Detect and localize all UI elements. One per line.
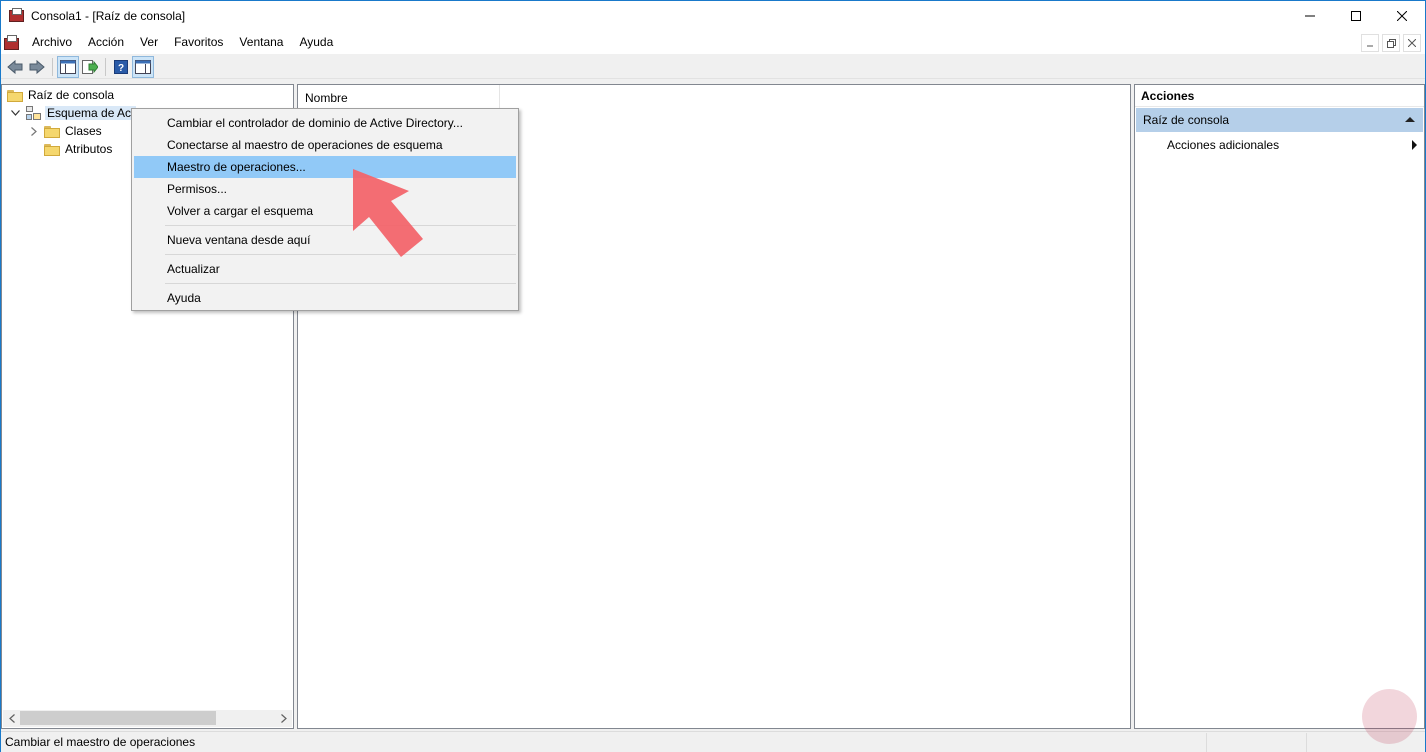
- svg-text:?: ?: [118, 63, 124, 74]
- back-icon: [7, 59, 23, 74]
- menu-accion[interactable]: Acción: [80, 31, 132, 54]
- collapse-arrow-icon[interactable]: [1405, 117, 1415, 122]
- menu-archivo[interactable]: Archivo: [24, 31, 80, 54]
- menu-ver[interactable]: Ver: [132, 31, 166, 54]
- scroll-thumb[interactable]: [20, 711, 216, 725]
- chevron-down-icon: [10, 110, 20, 116]
- toolbar-separator: [52, 57, 53, 76]
- chevron-right-icon: [31, 126, 37, 136]
- actions-item-label: Acciones adicionales: [1167, 138, 1280, 152]
- submenu-arrow-icon: [1412, 140, 1417, 150]
- minimize-button[interactable]: [1287, 1, 1333, 31]
- context-menu: Cambiar el controlador de dominio de Act…: [131, 108, 519, 311]
- actions-header: Acciones: [1135, 85, 1424, 107]
- scroll-track[interactable]: [20, 710, 275, 727]
- maximize-button[interactable]: [1333, 1, 1379, 31]
- folder-icon: [7, 89, 23, 102]
- help-icon: ?: [114, 59, 128, 74]
- maximize-icon: [1351, 11, 1361, 21]
- minimize-icon: [1367, 45, 1373, 47]
- tree-node-schema[interactable]: Esquema de Act: [8, 104, 137, 122]
- title-bar: Consola1 - [Raíz de consola]: [1, 1, 1425, 31]
- menu-ayuda[interactable]: Ayuda: [291, 31, 341, 54]
- forward-button[interactable]: [26, 56, 48, 78]
- actions-section-label: Raíz de consola: [1143, 113, 1230, 127]
- schema-icon: [25, 105, 42, 121]
- export-icon: [82, 59, 98, 74]
- tree-node-label: Raíz de consola: [28, 88, 115, 102]
- menu-item-help[interactable]: Ayuda: [134, 287, 516, 309]
- chevron-left-icon: [8, 714, 15, 723]
- scroll-left-button[interactable]: [3, 710, 20, 727]
- actions-section-header[interactable]: Raíz de consola: [1136, 108, 1423, 132]
- actions-pane: Acciones Raíz de consola Acciones adicio…: [1134, 84, 1425, 729]
- show-actions-icon: [135, 59, 151, 74]
- mdi-minimize-button[interactable]: [1361, 34, 1379, 52]
- tree-node-label: Esquema de Act: [45, 106, 137, 120]
- menu-favoritos[interactable]: Favoritos: [166, 31, 231, 54]
- menu-separator: [165, 254, 516, 255]
- status-bar: Cambiar el maestro de operaciones: [1, 731, 1425, 752]
- help-button[interactable]: ?: [110, 56, 132, 78]
- menu-item-refresh[interactable]: Actualizar: [134, 258, 516, 280]
- menu-separator: [165, 225, 516, 226]
- menu-item-operations-master[interactable]: Maestro de operaciones...: [134, 156, 516, 178]
- minimize-icon: [1305, 15, 1315, 17]
- mmc-window: Consola1 - [Raíz de consola] Archivo Acc…: [0, 0, 1426, 752]
- export-list-button[interactable]: [79, 56, 101, 78]
- back-button[interactable]: [4, 56, 26, 78]
- watermark-logo: [1362, 689, 1417, 744]
- mdi-buttons: [1358, 34, 1421, 52]
- status-cell: [1206, 732, 1306, 752]
- show-tree-button[interactable]: [57, 55, 79, 78]
- tree-node-root[interactable]: Raíz de consola: [7, 86, 114, 104]
- window-title: Consola1 - [Raíz de consola]: [31, 9, 186, 23]
- menu-item-reload-schema[interactable]: Volver a cargar el esquema: [134, 200, 516, 222]
- show-tree-icon: [60, 59, 76, 74]
- forward-icon: [29, 59, 45, 74]
- console-menu-icon[interactable]: [4, 34, 20, 51]
- status-text: Cambiar el maestro de operaciones: [5, 735, 196, 749]
- folder-icon: [44, 143, 60, 156]
- column-header-nombre[interactable]: Nombre: [298, 85, 500, 110]
- chevron-right-icon: [280, 714, 287, 723]
- tree-node-label: Clases: [65, 124, 102, 138]
- menu-item-connect-schema-master[interactable]: Conectarse al maestro de operaciones de …: [134, 134, 516, 156]
- tree-node-atributos[interactable]: Atributos: [44, 140, 112, 158]
- mdi-close-button[interactable]: [1403, 34, 1421, 52]
- menu-item-new-window[interactable]: Nueva ventana desde aquí: [134, 229, 516, 251]
- menu-bar: Archivo Acción Ver Favoritos Ventana Ayu…: [1, 31, 1425, 54]
- expand-toggle[interactable]: [8, 106, 22, 120]
- menu-separator: [165, 283, 516, 284]
- toolbar-separator: [105, 57, 106, 76]
- tree-horizontal-scrollbar[interactable]: [3, 710, 292, 727]
- tree-node-clases[interactable]: Clases: [27, 122, 102, 140]
- menu-item-change-dc[interactable]: Cambiar el controlador de dominio de Act…: [134, 112, 516, 134]
- toolbar: ?: [1, 55, 1425, 79]
- show-actions-button[interactable]: [132, 55, 154, 78]
- menu-item-permissions[interactable]: Permisos...: [134, 178, 516, 200]
- expand-toggle[interactable]: [27, 124, 41, 138]
- actions-item-more[interactable]: Acciones adicionales: [1136, 135, 1423, 155]
- close-button[interactable]: [1379, 1, 1425, 31]
- restore-icon: [1386, 38, 1396, 48]
- tree-node-label: Atributos: [65, 142, 113, 156]
- mdi-restore-button[interactable]: [1382, 34, 1400, 52]
- menu-ventana[interactable]: Ventana: [231, 31, 291, 54]
- caption-buttons: [1287, 1, 1425, 31]
- scroll-right-button[interactable]: [275, 710, 292, 727]
- folder-icon: [44, 125, 60, 138]
- app-console-icon[interactable]: [9, 8, 25, 24]
- close-icon: [1397, 11, 1407, 21]
- close-icon: [1408, 39, 1416, 47]
